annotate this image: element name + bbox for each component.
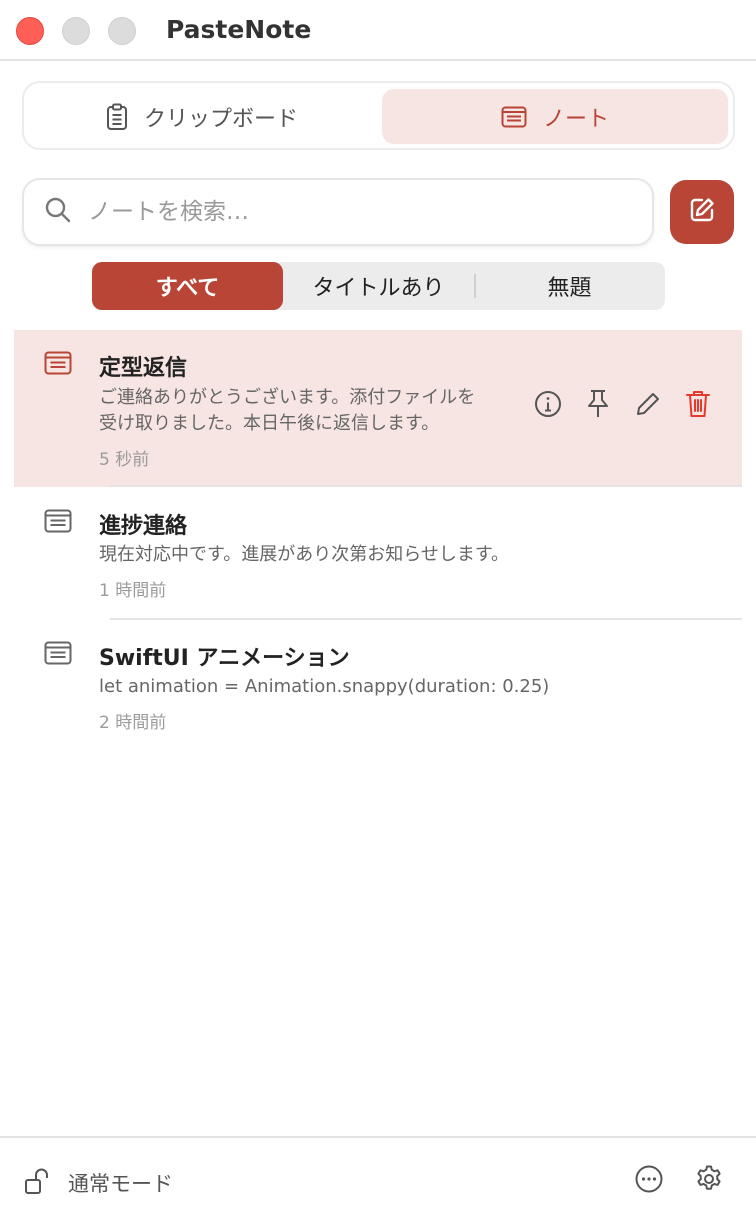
mode-switch: クリップボード ノート <box>22 81 735 150</box>
clipboard-icon <box>106 103 128 131</box>
new-note-button[interactable] <box>670 180 734 244</box>
row-divider <box>110 485 742 487</box>
note-actions <box>534 389 712 423</box>
note-row[interactable]: 定型返信 ご連絡ありがとうございます。添付ファイルを 受け取りました。本日午後に… <box>14 330 742 487</box>
unlock-icon[interactable] <box>24 1166 50 1200</box>
note-row[interactable]: 進捗連絡 現在対応中です。進展があり次第お知らせします。 1 時間前 <box>14 488 742 620</box>
note-title: 進捗連絡 <box>99 514 188 539</box>
gear-icon <box>694 1164 724 1198</box>
search-icon <box>44 196 72 228</box>
info-icon <box>534 390 562 422</box>
note-timestamp: 2 時間前 <box>99 713 167 733</box>
settings-button[interactable] <box>694 1164 724 1198</box>
close-window-button[interactable] <box>16 17 44 45</box>
filter-untitled[interactable]: 無題 <box>474 262 665 310</box>
delete-button[interactable] <box>684 389 712 423</box>
search-input[interactable] <box>88 199 628 225</box>
tab-clipboard-label: クリップボード <box>143 106 298 132</box>
more-options-button[interactable] <box>634 1164 664 1198</box>
zoom-window-button[interactable] <box>108 17 136 45</box>
note-body-line: 現在対応中です。進展があり次第お知らせします。 <box>99 544 510 565</box>
pin-icon <box>585 389 611 423</box>
minimize-window-button[interactable] <box>62 17 90 45</box>
note-body-line: 受け取りました。本日午後に返信します。 <box>99 413 440 434</box>
app-window: PasteNote クリップボード ノート ノートを検索… すべて タイトルあり… <box>0 0 756 1220</box>
pin-button[interactable] <box>584 389 612 423</box>
info-button[interactable] <box>534 390 562 422</box>
compose-icon <box>688 196 716 228</box>
note-timestamp: 5 秒前 <box>99 450 150 470</box>
pencil-icon <box>635 391 661 421</box>
tab-clipboard[interactable]: クリップボード <box>30 89 374 144</box>
note-row[interactable]: SwiftUI アニメーション let animation = Animatio… <box>14 620 742 752</box>
note-filter: すべて タイトルあり 無題 <box>92 262 665 310</box>
title-bar: PasteNote <box>0 0 756 61</box>
ellipsis-circle-icon <box>634 1164 664 1198</box>
search-field[interactable] <box>22 178 654 246</box>
tab-notes-label: ノート <box>542 106 609 132</box>
note-icon <box>501 106 527 128</box>
note-body-line: ご連絡ありがとうございます。添付ファイルを <box>99 387 476 408</box>
app-title: PasteNote <box>166 15 312 44</box>
tab-notes[interactable]: ノート <box>382 89 728 144</box>
note-title: 定型返信 <box>99 356 188 381</box>
mode-label: 通常モード <box>68 1172 173 1196</box>
note-icon <box>44 509 72 537</box>
note-icon <box>44 641 72 669</box>
footer-bar: 通常モード <box>0 1136 756 1220</box>
filter-all[interactable]: すべて <box>92 262 283 310</box>
note-timestamp: 1 時間前 <box>99 581 167 601</box>
filter-titled[interactable]: タイトルあり <box>283 262 474 310</box>
note-title: SwiftUI アニメーション <box>99 646 350 671</box>
trash-icon <box>685 389 711 423</box>
note-icon <box>44 351 72 379</box>
edit-button[interactable] <box>634 392 662 420</box>
note-body-line: let animation = Animation.snappy(duratio… <box>99 676 550 697</box>
